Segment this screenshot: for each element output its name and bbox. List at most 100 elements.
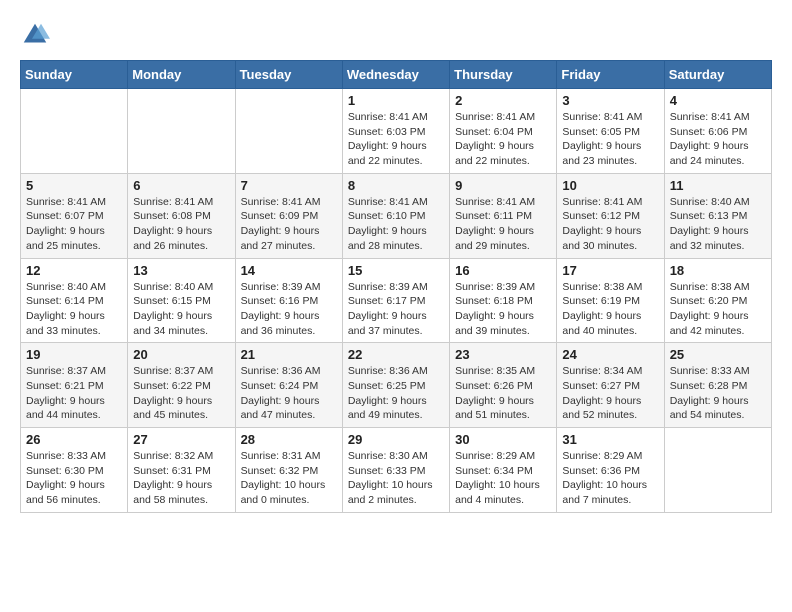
day-number: 12	[26, 263, 122, 278]
day-info: Sunrise: 8:41 AM Sunset: 6:10 PM Dayligh…	[348, 195, 444, 254]
day-info: Sunrise: 8:37 AM Sunset: 6:22 PM Dayligh…	[133, 364, 229, 423]
day-info: Sunrise: 8:41 AM Sunset: 6:08 PM Dayligh…	[133, 195, 229, 254]
day-info: Sunrise: 8:41 AM Sunset: 6:07 PM Dayligh…	[26, 195, 122, 254]
page-header	[20, 20, 772, 50]
day-info: Sunrise: 8:36 AM Sunset: 6:24 PM Dayligh…	[241, 364, 337, 423]
calendar-cell	[664, 428, 771, 513]
calendar-cell: 26 Sunrise: 8:33 AM Sunset: 6:30 PM Dayli…	[21, 428, 128, 513]
day-number: 27	[133, 432, 229, 447]
day-info: Sunrise: 8:39 AM Sunset: 6:17 PM Dayligh…	[348, 280, 444, 339]
day-info: Sunrise: 8:41 AM Sunset: 6:04 PM Dayligh…	[455, 110, 551, 169]
day-info: Sunrise: 8:38 AM Sunset: 6:20 PM Dayligh…	[670, 280, 766, 339]
calendar-cell	[128, 89, 235, 174]
day-info: Sunrise: 8:39 AM Sunset: 6:18 PM Dayligh…	[455, 280, 551, 339]
day-info: Sunrise: 8:29 AM Sunset: 6:34 PM Dayligh…	[455, 449, 551, 508]
calendar-cell	[21, 89, 128, 174]
calendar-cell: 30Sunrise: 8:29 AM Sunset: 6:34 PM Dayli…	[450, 428, 557, 513]
day-info: Sunrise: 8:41 AM Sunset: 6:03 PM Dayligh…	[348, 110, 444, 169]
calendar-week-row: 12 Sunrise: 8:40 AM Sunset: 6:14 PM Dayli…	[21, 258, 772, 343]
calendar-cell: 14 Sunrise: 8:39 AM Sunset: 6:16 PM Dayli…	[235, 258, 342, 343]
day-number: 15	[348, 263, 444, 278]
day-info: Sunrise: 8:39 AM Sunset: 6:16 PM Dayligh…	[241, 280, 337, 339]
calendar-cell: 25 Sunrise: 8:33 AM Sunset: 6:28 PM Dayli…	[664, 343, 771, 428]
day-info: Sunrise: 8:34 AM Sunset: 6:27 PM Dayligh…	[562, 364, 658, 423]
day-number: 31	[562, 432, 658, 447]
day-info: Sunrise: 8:41 AM Sunset: 6:12 PM Dayligh…	[562, 195, 658, 254]
day-number: 9	[455, 178, 551, 193]
calendar-cell: 17Sunrise: 8:38 AM Sunset: 6:19 PM Dayli…	[557, 258, 664, 343]
day-info: Sunrise: 8:35 AM Sunset: 6:26 PM Dayligh…	[455, 364, 551, 423]
calendar-week-row: 19 Sunrise: 8:37 AM Sunset: 6:21 PM Dayli…	[21, 343, 772, 428]
day-number: 4	[670, 93, 766, 108]
calendar-cell: 8 Sunrise: 8:41 AM Sunset: 6:10 PM Daylig…	[342, 173, 449, 258]
day-info: Sunrise: 8:29 AM Sunset: 6:36 PM Dayligh…	[562, 449, 658, 508]
calendar-cell: 28Sunrise: 8:31 AM Sunset: 6:32 PM Dayli…	[235, 428, 342, 513]
day-info: Sunrise: 8:32 AM Sunset: 6:31 PM Dayligh…	[133, 449, 229, 508]
day-info: Sunrise: 8:36 AM Sunset: 6:25 PM Dayligh…	[348, 364, 444, 423]
day-header-saturday: Saturday	[664, 61, 771, 89]
day-number: 6	[133, 178, 229, 193]
day-info: Sunrise: 8:41 AM Sunset: 6:05 PM Dayligh…	[562, 110, 658, 169]
day-header-thursday: Thursday	[450, 61, 557, 89]
day-number: 25	[670, 347, 766, 362]
day-number: 11	[670, 178, 766, 193]
day-info: Sunrise: 8:33 AM Sunset: 6:28 PM Dayligh…	[670, 364, 766, 423]
day-number: 14	[241, 263, 337, 278]
calendar-cell: 4 Sunrise: 8:41 AM Sunset: 6:06 PM Daylig…	[664, 89, 771, 174]
day-number: 2	[455, 93, 551, 108]
day-info: Sunrise: 8:30 AM Sunset: 6:33 PM Dayligh…	[348, 449, 444, 508]
day-number: 29	[348, 432, 444, 447]
day-header-monday: Monday	[128, 61, 235, 89]
day-number: 22	[348, 347, 444, 362]
day-info: Sunrise: 8:40 AM Sunset: 6:14 PM Dayligh…	[26, 280, 122, 339]
calendar-cell: 16 Sunrise: 8:39 AM Sunset: 6:18 PM Dayli…	[450, 258, 557, 343]
calendar-table: SundayMondayTuesdayWednesdayThursdayFrid…	[20, 60, 772, 513]
day-number: 20	[133, 347, 229, 362]
day-number: 13	[133, 263, 229, 278]
calendar-cell: 20 Sunrise: 8:37 AM Sunset: 6:22 PM Dayli…	[128, 343, 235, 428]
day-number: 5	[26, 178, 122, 193]
day-number: 1	[348, 93, 444, 108]
calendar-header-row: SundayMondayTuesdayWednesdayThursdayFrid…	[21, 61, 772, 89]
day-info: Sunrise: 8:37 AM Sunset: 6:21 PM Dayligh…	[26, 364, 122, 423]
calendar-cell: 19 Sunrise: 8:37 AM Sunset: 6:21 PM Dayli…	[21, 343, 128, 428]
calendar-cell: 23Sunrise: 8:35 AM Sunset: 6:26 PM Dayli…	[450, 343, 557, 428]
day-header-wednesday: Wednesday	[342, 61, 449, 89]
calendar-week-row: 26 Sunrise: 8:33 AM Sunset: 6:30 PM Dayli…	[21, 428, 772, 513]
day-number: 3	[562, 93, 658, 108]
calendar-cell: 5 Sunrise: 8:41 AM Sunset: 6:07 PM Daylig…	[21, 173, 128, 258]
calendar-week-row: 1 Sunrise: 8:41 AM Sunset: 6:03 PM Daylig…	[21, 89, 772, 174]
calendar-cell: 24 Sunrise: 8:34 AM Sunset: 6:27 PM Dayli…	[557, 343, 664, 428]
day-header-friday: Friday	[557, 61, 664, 89]
day-info: Sunrise: 8:33 AM Sunset: 6:30 PM Dayligh…	[26, 449, 122, 508]
day-number: 19	[26, 347, 122, 362]
day-number: 16	[455, 263, 551, 278]
day-info: Sunrise: 8:41 AM Sunset: 6:11 PM Dayligh…	[455, 195, 551, 254]
calendar-cell	[235, 89, 342, 174]
day-info: Sunrise: 8:41 AM Sunset: 6:06 PM Dayligh…	[670, 110, 766, 169]
day-number: 24	[562, 347, 658, 362]
day-info: Sunrise: 8:40 AM Sunset: 6:13 PM Dayligh…	[670, 195, 766, 254]
calendar-cell: 31 Sunrise: 8:29 AM Sunset: 6:36 PM Dayli…	[557, 428, 664, 513]
calendar-cell: 27 Sunrise: 8:32 AM Sunset: 6:31 PM Dayli…	[128, 428, 235, 513]
calendar-cell: 6 Sunrise: 8:41 AM Sunset: 6:08 PM Daylig…	[128, 173, 235, 258]
day-number: 17	[562, 263, 658, 278]
day-number: 26	[26, 432, 122, 447]
day-info: Sunrise: 8:31 AM Sunset: 6:32 PM Dayligh…	[241, 449, 337, 508]
calendar-cell: 7 Sunrise: 8:41 AM Sunset: 6:09 PM Daylig…	[235, 173, 342, 258]
calendar-cell: 11 Sunrise: 8:40 AM Sunset: 6:13 PM Dayli…	[664, 173, 771, 258]
day-number: 21	[241, 347, 337, 362]
logo-icon	[20, 20, 50, 50]
calendar-cell: 15 Sunrise: 8:39 AM Sunset: 6:17 PM Dayli…	[342, 258, 449, 343]
calendar-cell: 18 Sunrise: 8:38 AM Sunset: 6:20 PM Dayli…	[664, 258, 771, 343]
calendar-cell: 10Sunrise: 8:41 AM Sunset: 6:12 PM Dayli…	[557, 173, 664, 258]
day-number: 8	[348, 178, 444, 193]
day-info: Sunrise: 8:41 AM Sunset: 6:09 PM Dayligh…	[241, 195, 337, 254]
calendar-cell: 29 Sunrise: 8:30 AM Sunset: 6:33 PM Dayli…	[342, 428, 449, 513]
calendar-cell: 9 Sunrise: 8:41 AM Sunset: 6:11 PM Daylig…	[450, 173, 557, 258]
day-info: Sunrise: 8:40 AM Sunset: 6:15 PM Dayligh…	[133, 280, 229, 339]
day-number: 18	[670, 263, 766, 278]
calendar-cell: 2 Sunrise: 8:41 AM Sunset: 6:04 PM Daylig…	[450, 89, 557, 174]
calendar-cell: 13 Sunrise: 8:40 AM Sunset: 6:15 PM Dayli…	[128, 258, 235, 343]
day-number: 7	[241, 178, 337, 193]
